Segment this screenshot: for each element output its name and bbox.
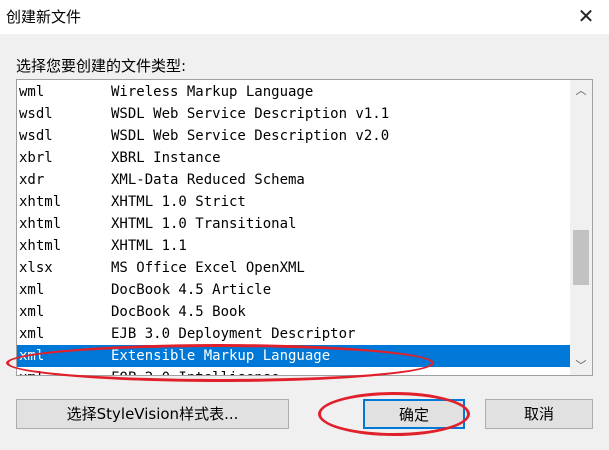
scroll-up-icon[interactable]: ︿ — [570, 80, 592, 102]
list-item[interactable]: xml DocBook 4.5 Article — [17, 279, 570, 301]
file-extension: xhtml — [19, 194, 62, 210]
scroll-down-icon[interactable]: ﹀ — [570, 355, 592, 375]
file-extension: xhtml — [19, 216, 62, 232]
file-description: WSDL Web Service Description v1.1 — [111, 106, 390, 122]
list-item[interactable]: xml Extensible Markup Language — [17, 345, 570, 367]
file-type-rows: wml Wireless Markup Language wsdl WSDL Web … — [17, 80, 570, 375]
file-description: DocBook 4.5 Article — [111, 282, 272, 298]
file-extension: wml — [19, 84, 45, 100]
cancel-button[interactable]: 取消 — [485, 399, 593, 429]
file-description: XHTML 1.1 — [111, 238, 187, 254]
list-item[interactable]: xdr XML-Data Reduced Schema — [17, 169, 570, 191]
file-extension: xml — [19, 348, 45, 364]
list-item[interactable]: xhtml XHTML 1.0 Transitional — [17, 213, 570, 235]
list-item[interactable]: xml DocBook 4.5 Book — [17, 301, 570, 323]
file-extension: wsdl — [19, 106, 53, 122]
list-item[interactable]: xbrl XBRL Instance — [17, 147, 570, 169]
title-bar: 创建新文件 ✕ — [0, 0, 609, 34]
list-item[interactable]: wml Wireless Markup Language — [17, 81, 570, 103]
list-scrollbar[interactable]: ︿ ﹀ — [570, 80, 592, 375]
file-extension: xhtml — [19, 238, 62, 254]
file-extension: xdr — [19, 172, 45, 188]
ok-button[interactable]: 确定 — [363, 399, 465, 429]
close-icon[interactable]: ✕ — [573, 4, 599, 28]
file-description: Wireless Markup Language — [111, 84, 314, 100]
scroll-thumb[interactable] — [573, 230, 589, 285]
list-item[interactable]: wsdl WSDL Web Service Description v1.1 — [17, 103, 570, 125]
window-title: 创建新文件 — [6, 8, 82, 26]
file-extension: xml — [19, 282, 45, 298]
list-item[interactable]: xlsx MS Office Excel OpenXML — [17, 257, 570, 279]
file-extension: xml — [19, 326, 45, 342]
file-extension: xml — [19, 367, 44, 375]
file-description: Extensible Markup Language — [111, 348, 331, 364]
choose-stylevision-button[interactable]: 选择StyleVision样式表... — [16, 399, 289, 429]
list-item[interactable]: xml FOP 2.0 Intellisense — [17, 367, 570, 375]
file-description: XHTML 1.0 Strict — [111, 194, 246, 210]
file-description: MS Office Excel OpenXML — [111, 260, 305, 276]
list-item[interactable]: xml EJB 3.0 Deployment Descriptor — [17, 323, 570, 345]
file-type-prompt: 选择您要创建的文件类型: — [16, 57, 187, 75]
file-description: XBRL Instance — [111, 150, 221, 166]
file-description: EJB 3.0 Deployment Descriptor — [111, 326, 356, 342]
list-item[interactable]: xhtml XHTML 1.1 — [17, 235, 570, 257]
file-extension: wsdl — [19, 128, 53, 144]
file-description: XML-Data Reduced Schema — [111, 172, 305, 188]
file-description: FOP 2.0 Intellisense — [111, 367, 280, 375]
file-extension: xlsx — [19, 260, 53, 276]
list-item[interactable]: wsdl WSDL Web Service Description v2.0 — [17, 125, 570, 147]
file-extension: xbrl — [19, 150, 53, 166]
file-description: DocBook 4.5 Book — [111, 304, 246, 320]
file-extension: xml — [19, 304, 45, 320]
file-description: XHTML 1.0 Transitional — [111, 216, 297, 232]
list-item[interactable]: xhtml XHTML 1.0 Strict — [17, 191, 570, 213]
file-description: WSDL Web Service Description v2.0 — [111, 128, 390, 144]
file-type-list[interactable]: wml Wireless Markup Language wsdl WSDL Web … — [16, 79, 593, 376]
